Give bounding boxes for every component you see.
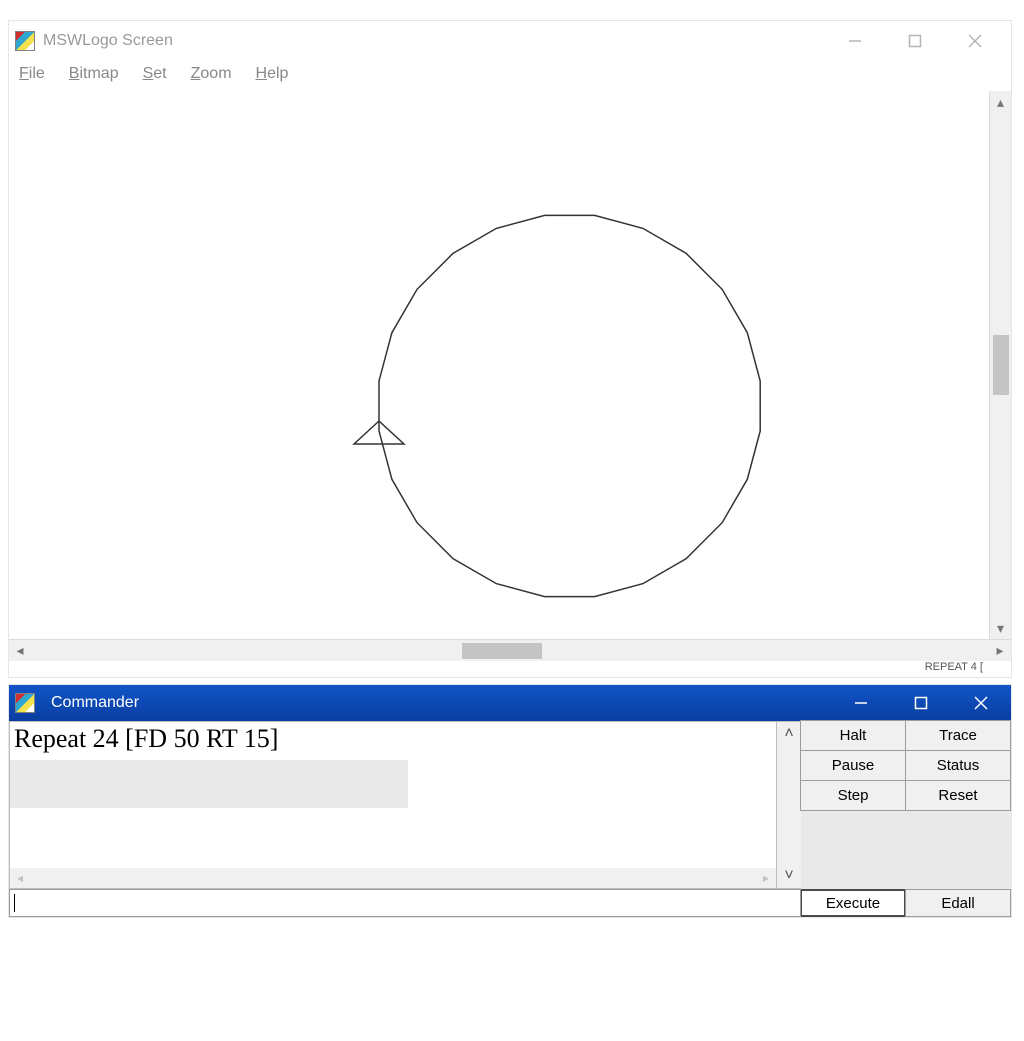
command-history[interactable]: Repeat 24 [FD 50 RT 15] ◂ ▸ (9, 721, 777, 889)
commander-title: Commander (51, 694, 139, 712)
commander-window-controls (831, 685, 1011, 721)
history-horizontal-scrollbar[interactable]: ◂ ▸ (10, 868, 776, 888)
menu-set[interactable]: Set (143, 65, 167, 83)
close-button[interactable] (945, 21, 1005, 61)
history-line: Repeat 24 [FD 50 RT 15] (10, 722, 776, 756)
edall-button[interactable]: Edall (905, 889, 1011, 917)
trace-button[interactable]: Trace (905, 720, 1011, 751)
scroll-left-icon[interactable]: ◂ (10, 871, 30, 885)
commander-titlebar[interactable]: Commander (9, 685, 1011, 721)
commander-button-panel: Halt Trace Pause Status Step Reset (801, 721, 1011, 889)
app-icon (15, 693, 35, 713)
status-button[interactable]: Status (905, 750, 1011, 781)
execute-button[interactable]: Execute (800, 889, 906, 917)
mswlogo-main-window: MSWLogo Screen File Bitmap Set Zoom Help (8, 20, 1012, 678)
minimize-button[interactable] (831, 685, 891, 721)
scroll-up-icon[interactable]: ▴ (990, 91, 1012, 113)
app-title: MSWLogo Screen (43, 32, 173, 50)
partial-command-text: REPEAT 4 [ (9, 661, 1011, 677)
turtle-drawing (9, 91, 989, 639)
menu-file[interactable]: File (19, 65, 45, 83)
canvas-vertical-scrollbar[interactable]: ▴ ▾ (989, 91, 1011, 639)
main-titlebar[interactable]: MSWLogo Screen (9, 21, 1011, 61)
menu-help[interactable]: Help (256, 65, 289, 83)
commander-input-row: Execute Edall (9, 889, 1011, 917)
scroll-right-icon[interactable]: ▸ (989, 640, 1011, 662)
scroll-right-icon[interactable]: ▸ (756, 871, 776, 885)
reset-button[interactable]: Reset (905, 780, 1011, 811)
scroll-up-icon[interactable]: ˄ (777, 722, 801, 746)
commander-body: Repeat 24 [FD 50 RT 15] ◂ ▸ ˄ ˅ Halt Tra… (9, 721, 1011, 889)
history-highlight (10, 760, 408, 808)
app-icon (15, 31, 35, 51)
close-button[interactable] (951, 685, 1011, 721)
menu-bitmap[interactable]: Bitmap (69, 65, 119, 83)
history-vertical-scrollbar[interactable]: ˄ ˅ (777, 721, 801, 889)
command-input[interactable] (9, 889, 801, 917)
pause-button[interactable]: Pause (800, 750, 906, 781)
scroll-left-icon[interactable]: ◂ (9, 640, 31, 662)
v-scroll-thumb[interactable] (993, 335, 1009, 395)
text-caret (14, 894, 15, 912)
maximize-button[interactable] (891, 685, 951, 721)
drawing-canvas[interactable] (9, 91, 989, 639)
main-window-controls (825, 21, 1005, 61)
step-button[interactable]: Step (800, 780, 906, 811)
menu-zoom[interactable]: Zoom (191, 65, 232, 83)
scroll-down-icon[interactable]: ˅ (777, 864, 801, 888)
minimize-button[interactable] (825, 21, 885, 61)
h-scroll-thumb[interactable] (462, 643, 542, 659)
maximize-button[interactable] (885, 21, 945, 61)
scroll-down-icon[interactable]: ▾ (990, 617, 1012, 639)
menubar: File Bitmap Set Zoom Help (9, 61, 1011, 91)
commander-window: Commander Repeat 24 [FD 50 RT 15] ◂ ▸ ˄ (8, 684, 1012, 918)
canvas-horizontal-scrollbar[interactable]: ◂ ▸ (9, 639, 1011, 661)
canvas-container: ▴ ▾ (9, 91, 1011, 639)
halt-button[interactable]: Halt (800, 720, 906, 751)
